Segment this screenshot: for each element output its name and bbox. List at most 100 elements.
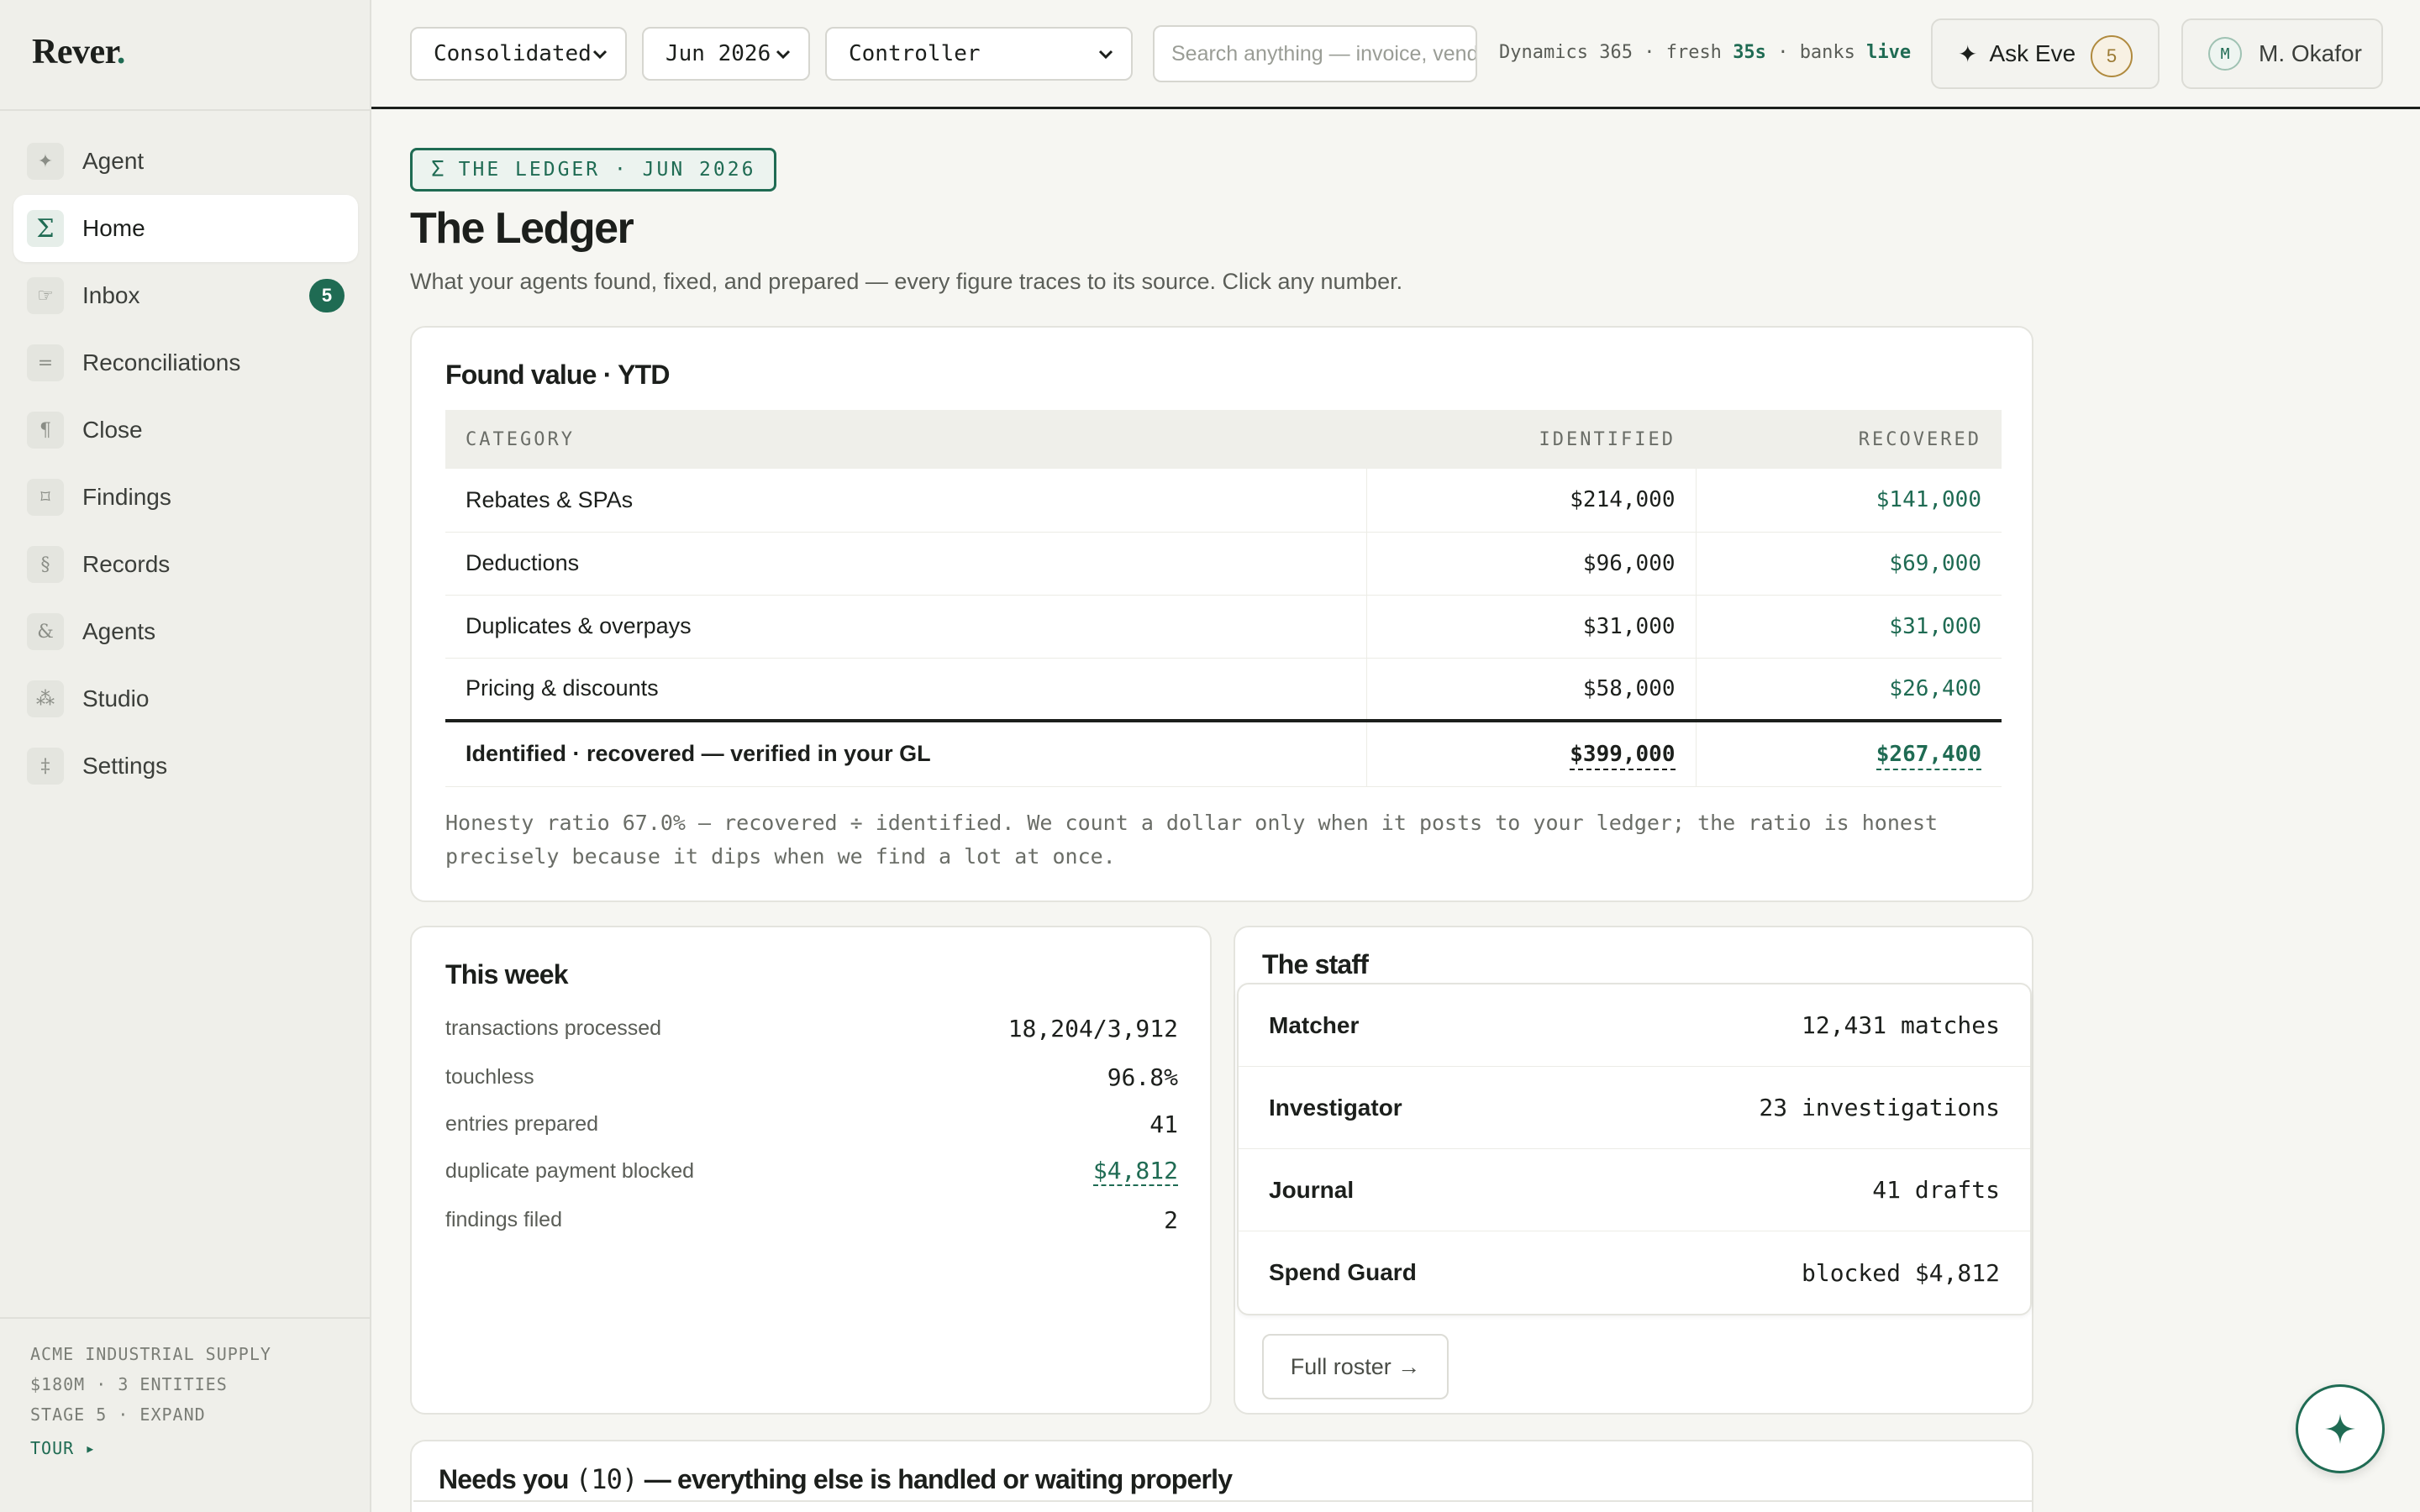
agent-fab-button[interactable] bbox=[2296, 1384, 2385, 1473]
company-name: ACME INDUSTRIAL SUPPLY bbox=[30, 1344, 271, 1364]
stat-value[interactable]: 2 bbox=[1164, 1206, 1178, 1234]
divider bbox=[0, 1317, 371, 1319]
stat-label: transactions processed bbox=[445, 1016, 662, 1040]
sidebar-item-studio[interactable]: ⁂ Studio bbox=[13, 665, 358, 732]
sidebar-item-inbox[interactable]: ☞ Inbox 5 bbox=[13, 262, 358, 329]
tour-link[interactable]: TOUR ▸ bbox=[30, 1438, 96, 1458]
agent-name: Matcher bbox=[1269, 1011, 1360, 1038]
period-select[interactable]: Jun 2026 bbox=[642, 27, 810, 81]
agent-name: Investigator bbox=[1269, 1094, 1402, 1121]
agent-metric: 41 drafts bbox=[1872, 1176, 2000, 1204]
sidebar-item-label: Reconciliations bbox=[82, 349, 241, 375]
recovered-cell[interactable]: $69,000 bbox=[1695, 532, 2002, 596]
column-header: RECOVERED bbox=[1696, 410, 2002, 469]
sidebar-item-close[interactable]: ¶ Close bbox=[13, 396, 358, 464]
sidebar-item-label: Home bbox=[82, 215, 145, 241]
role-select[interactable]: Controller bbox=[825, 27, 1133, 81]
full-roster-button[interactable]: Full roster → bbox=[1262, 1334, 1449, 1399]
stat-value[interactable]: 41 bbox=[1150, 1110, 1178, 1138]
recovered-cell[interactable]: $31,000 bbox=[1695, 595, 2002, 659]
column-header: IDENTIFIED bbox=[1366, 410, 1696, 469]
sigma-icon: Σ bbox=[431, 157, 447, 182]
recovered-cell[interactable]: $26,400 bbox=[1695, 658, 2002, 722]
total-identified[interactable]: $399,000 bbox=[1365, 719, 1696, 787]
sidebar-item-reconciliations[interactable]: = Reconciliations bbox=[13, 329, 358, 396]
double-dagger-icon: ‡ bbox=[27, 748, 64, 785]
top-bar: Consolidated Jun 2026 Controller Search … bbox=[371, 0, 2420, 109]
sidebar-item-agents[interactable]: & Agents bbox=[13, 598, 358, 665]
table-row[interactable]: Duplicates & overpays $31,000 $31,000 bbox=[445, 595, 2002, 659]
pilcrow-icon: ¶ bbox=[27, 412, 64, 449]
staff-card: The staff Matcher 12,431 matches Investi… bbox=[1234, 926, 2033, 1415]
stat-row: transactions processed 18,204/3,912 bbox=[445, 1011, 1178, 1045]
identified-cell[interactable]: $58,000 bbox=[1365, 658, 1696, 722]
avatar: M bbox=[2208, 37, 2242, 71]
found-value-table: CATEGORY IDENTIFIED RECOVERED Rebates & … bbox=[445, 410, 2002, 787]
stat-value[interactable]: 18,204/3,912 bbox=[1008, 1015, 1178, 1042]
card-title: Found value · YTD bbox=[445, 360, 671, 390]
chevron-down-icon bbox=[1098, 50, 1113, 60]
staff-row-spend-guard[interactable]: Spend Guard blocked $4,812 bbox=[1239, 1231, 2030, 1314]
card-title: The staff bbox=[1262, 949, 1369, 979]
table-row[interactable]: Rebates & SPAs $214,000 $141,000 bbox=[445, 469, 2002, 533]
ask-eve-count-badge: 5 bbox=[2091, 35, 2133, 77]
staff-row-investigator[interactable]: Investigator 23 investigations bbox=[1239, 1067, 2030, 1149]
recovered-cell[interactable]: $141,000 bbox=[1695, 469, 2002, 533]
stat-label: touchless bbox=[445, 1064, 534, 1089]
user-menu-button[interactable]: M M. Okafor bbox=[2181, 18, 2383, 89]
sidebar-item-findings[interactable]: ⌑ Findings bbox=[13, 464, 358, 531]
findings-icon: ⌑ bbox=[27, 479, 64, 516]
column-header: CATEGORY bbox=[445, 410, 1366, 469]
sigma-icon: Σ bbox=[27, 210, 64, 247]
agent-name: Spend Guard bbox=[1269, 1259, 1417, 1285]
search-input[interactable]: Search anything — invoice, vendor, amoun… bbox=[1153, 25, 1477, 82]
category-cell: Duplicates & overpays bbox=[445, 595, 1366, 659]
stat-row: findings filed 2 bbox=[445, 1203, 1178, 1236]
section-icon: § bbox=[27, 546, 64, 583]
total-label: Identified · recovered — verified in you… bbox=[445, 719, 1366, 787]
duplicate-blocked-link[interactable]: $4,812 bbox=[1092, 1157, 1178, 1186]
page-title: The Ledger bbox=[410, 204, 634, 253]
ask-eve-label: Ask Eve bbox=[1989, 40, 2076, 66]
page-subtitle: What your agents found, fixed, and prepa… bbox=[410, 269, 1403, 294]
sidebar-item-records[interactable]: § Records bbox=[13, 531, 358, 598]
entity-select[interactable]: Consolidated bbox=[410, 27, 627, 81]
company-stage: STAGE 5 · EXPAND bbox=[30, 1404, 206, 1425]
table-row[interactable]: Deductions $96,000 $69,000 bbox=[445, 532, 2002, 596]
search-placeholder: Search anything — invoice, vendor, amoun… bbox=[1171, 41, 1476, 66]
table-row[interactable]: Pricing & discounts $58,000 $26,400 bbox=[445, 658, 2002, 722]
sidebar-item-label: Agents bbox=[82, 618, 156, 644]
agent-name: Journal bbox=[1269, 1176, 1355, 1203]
staff-row-journal[interactable]: Journal 41 drafts bbox=[1239, 1149, 2030, 1231]
sidebar-item-label: Agent bbox=[82, 148, 145, 174]
total-recovered[interactable]: $267,400 bbox=[1695, 719, 2002, 787]
freshness-value: 35s bbox=[1733, 42, 1766, 63]
identified-cell[interactable]: $214,000 bbox=[1365, 469, 1696, 533]
sidebar-item-label: Close bbox=[82, 417, 143, 443]
app-logo[interactable]: Rever. bbox=[32, 32, 125, 72]
identified-cell[interactable]: $31,000 bbox=[1365, 595, 1696, 659]
sidebar-nav: ✦ Agent Σ Home ☞ Inbox 5 = Reconciliatio… bbox=[13, 128, 358, 800]
stat-row: duplicate payment blocked $4,812 bbox=[445, 1154, 1178, 1188]
sidebar-item-label: Settings bbox=[82, 753, 168, 779]
banks-status: live bbox=[1866, 42, 1912, 63]
staff-row-matcher[interactable]: Matcher 12,431 matches bbox=[1239, 984, 2030, 1067]
ask-eve-button[interactable]: ✦ Ask Eve 5 bbox=[1931, 18, 2160, 89]
stat-value[interactable]: 96.8% bbox=[1107, 1063, 1178, 1091]
sidebar-item-home[interactable]: Σ Home bbox=[13, 195, 358, 262]
stat-label: entries prepared bbox=[445, 1111, 599, 1136]
sync-status: Dynamics 365 · fresh 35s · banks live bbox=[1499, 42, 1912, 63]
sparkle-icon: ✦ bbox=[27, 143, 64, 180]
sparkle-icon bbox=[2325, 1414, 2355, 1444]
sidebar-item-settings[interactable]: ‡ Settings bbox=[13, 732, 358, 800]
inbox-count-badge: 5 bbox=[309, 279, 345, 312]
identified-cell[interactable]: $96,000 bbox=[1365, 532, 1696, 596]
company-meta: $180M · 3 ENTITIES bbox=[30, 1374, 228, 1394]
category-cell: Rebates & SPAs bbox=[445, 469, 1366, 533]
needs-you-list bbox=[413, 1500, 2032, 1512]
card-title: Needs you (10) — everything else is hand… bbox=[439, 1463, 1233, 1495]
sidebar-item-agent[interactable]: ✦ Agent bbox=[13, 128, 358, 195]
divider bbox=[0, 109, 371, 111]
sidebar-item-label: Findings bbox=[82, 484, 171, 510]
table-header-row: CATEGORY IDENTIFIED RECOVERED bbox=[445, 410, 2002, 469]
